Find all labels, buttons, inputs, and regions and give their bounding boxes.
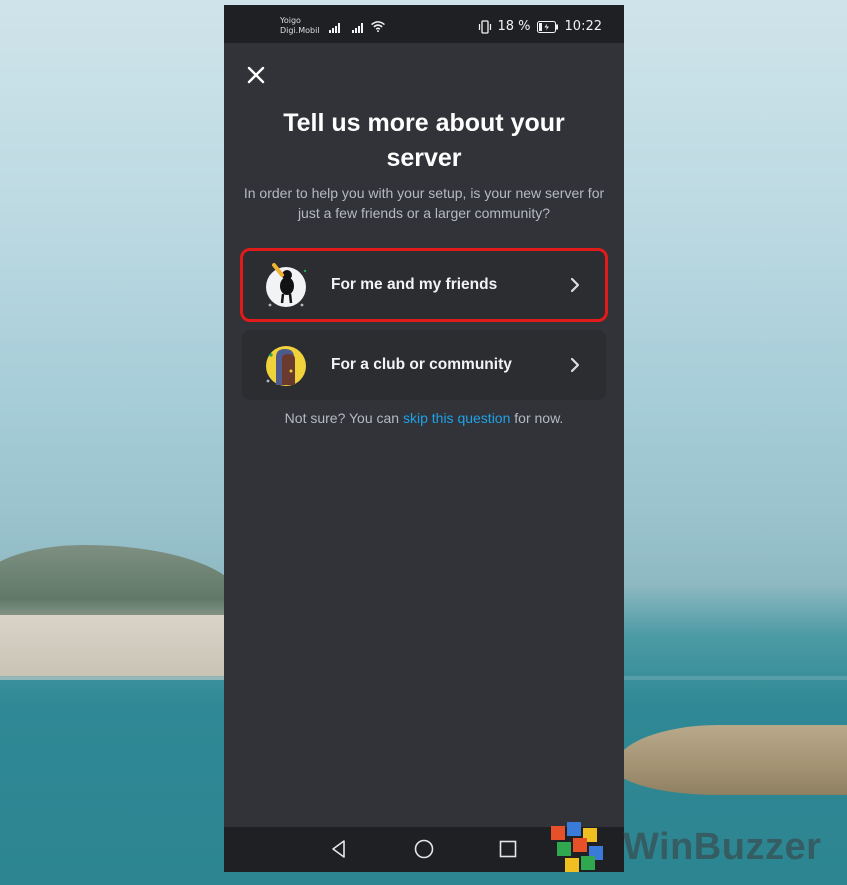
skip-question-link[interactable]: skip this question — [403, 410, 510, 426]
skip-hint-prefix: Not sure? You can — [284, 410, 403, 426]
carrier-line-2: Digi.Mobil — [280, 26, 320, 35]
signal-icon — [352, 23, 363, 33]
clock: 10:22 — [564, 19, 602, 34]
winbuzzer-watermark: WinBuzzer — [543, 818, 843, 878]
option-me-and-friends[interactable]: For me and my friends — [240, 248, 608, 322]
circle-home-icon[interactable] — [412, 837, 436, 861]
community-illustration-icon — [266, 346, 306, 386]
vibrate-icon — [478, 19, 491, 34]
carrier-line-1: Yoigo — [280, 16, 301, 25]
wallpaper-beach — [0, 615, 230, 677]
wallpaper-grass — [615, 725, 847, 795]
signal-icon — [329, 23, 340, 33]
chevron-right-icon — [570, 277, 580, 293]
battery-icon — [536, 20, 558, 33]
status-bar: Yoigo Digi.Mobil 18 % 10:22 — [224, 5, 624, 43]
friends-illustration-icon — [266, 263, 307, 307]
square-recents-icon[interactable] — [496, 837, 520, 861]
option-club-or-community[interactable]: For a club or community — [242, 330, 606, 400]
phone-screen: Yoigo Digi.Mobil 18 % 10:22 Tell us more… — [224, 5, 624, 872]
carrier-label: Yoigo Digi.Mobil — [280, 16, 320, 36]
status-right: 18 % 10:22 — [478, 19, 602, 34]
skip-hint: Not sure? You can skip this question for… — [224, 410, 624, 426]
skip-hint-suffix: for now. — [510, 410, 564, 426]
triangle-back-icon[interactable] — [327, 837, 351, 861]
close-icon[interactable] — [244, 63, 268, 87]
option-label: For a club or community — [331, 356, 512, 373]
page-title: Tell us more about your server — [283, 109, 565, 172]
wifi-icon — [371, 21, 385, 32]
option-label: For me and my friends — [331, 276, 498, 293]
battery-percent: 18 % — [497, 19, 531, 34]
watermark-text: WinBuzzer — [623, 826, 822, 868]
winbuzzer-logo-icon — [551, 822, 603, 872]
chevron-right-icon — [570, 357, 580, 373]
page-subtitle: In order to help you with your setup, is… — [243, 185, 605, 221]
